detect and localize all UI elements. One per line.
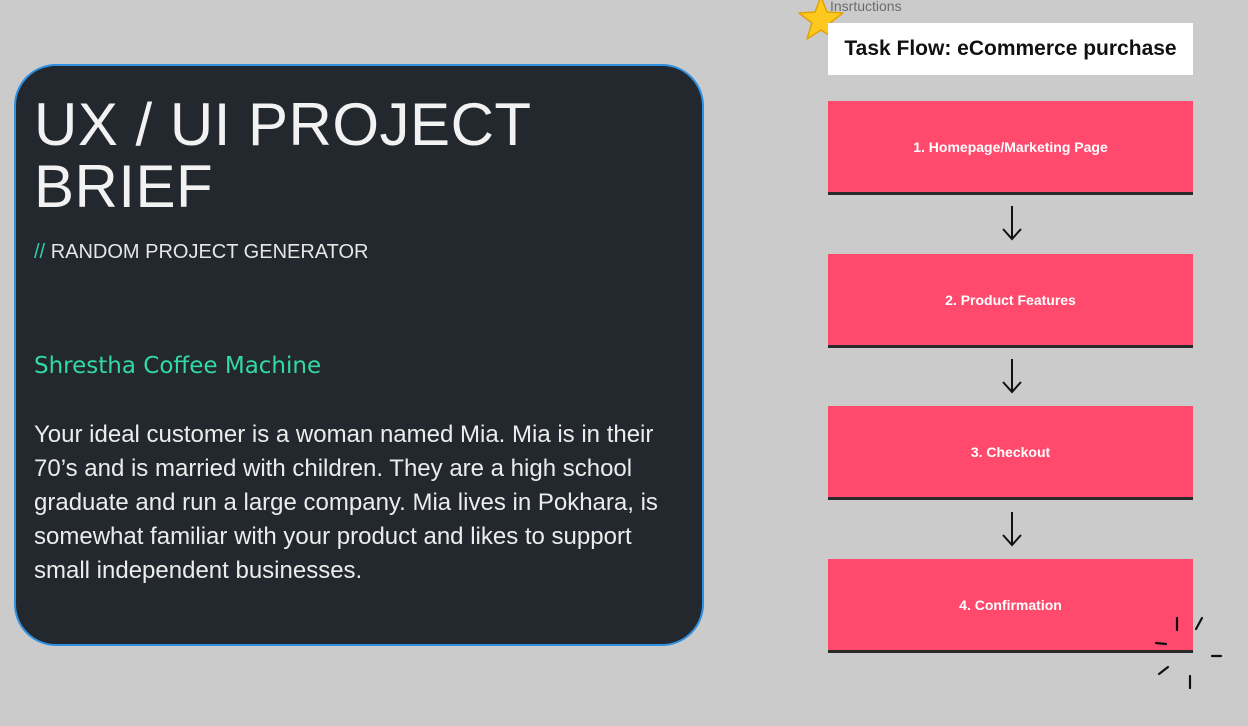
project-brief-card: UX / UI PROJECT BRIEF // RANDOM PROJECT … — [14, 64, 704, 646]
flow-step-label: 3. Checkout — [970, 443, 1051, 460]
project-description: Your ideal customer is a woman named Mia… — [34, 421, 658, 584]
task-flow-title: Task Flow: eCommerce purchase — [844, 37, 1177, 60]
arrow-down-icon — [1002, 512, 1022, 547]
subtitle-text: RANDOM PROJECT GENERATOR — [50, 241, 369, 263]
arrow-down-icon — [1002, 206, 1022, 241]
brief-title: UX / UI PROJECT BRIEF — [34, 91, 531, 220]
flow-step-confirmation[interactable]: 4. Confirmation — [828, 559, 1193, 653]
flow-step-checkout[interactable]: 3. Checkout — [828, 406, 1193, 500]
project-name: Shrestha Coffee Machine — [34, 353, 322, 379]
flow-step-label: 2. Product Features — [945, 291, 1076, 308]
flow-step-product-features[interactable]: 2. Product Features — [828, 254, 1193, 348]
task-flow-title-box[interactable]: Task Flow: eCommerce purchase — [828, 23, 1193, 75]
sparkle-icon — [1154, 616, 1223, 690]
flow-step-label: 4. Confirmation — [959, 596, 1062, 613]
brief-subtitle: // RANDOM PROJECT GENERATOR — [34, 240, 369, 264]
flow-step-homepage[interactable]: 1. Homepage/Marketing Page — [828, 101, 1193, 195]
flow-step-label: 1. Homepage/Marketing Page — [913, 138, 1108, 155]
subtitle-prefix: // — [34, 241, 46, 263]
arrow-down-icon — [1002, 359, 1022, 394]
